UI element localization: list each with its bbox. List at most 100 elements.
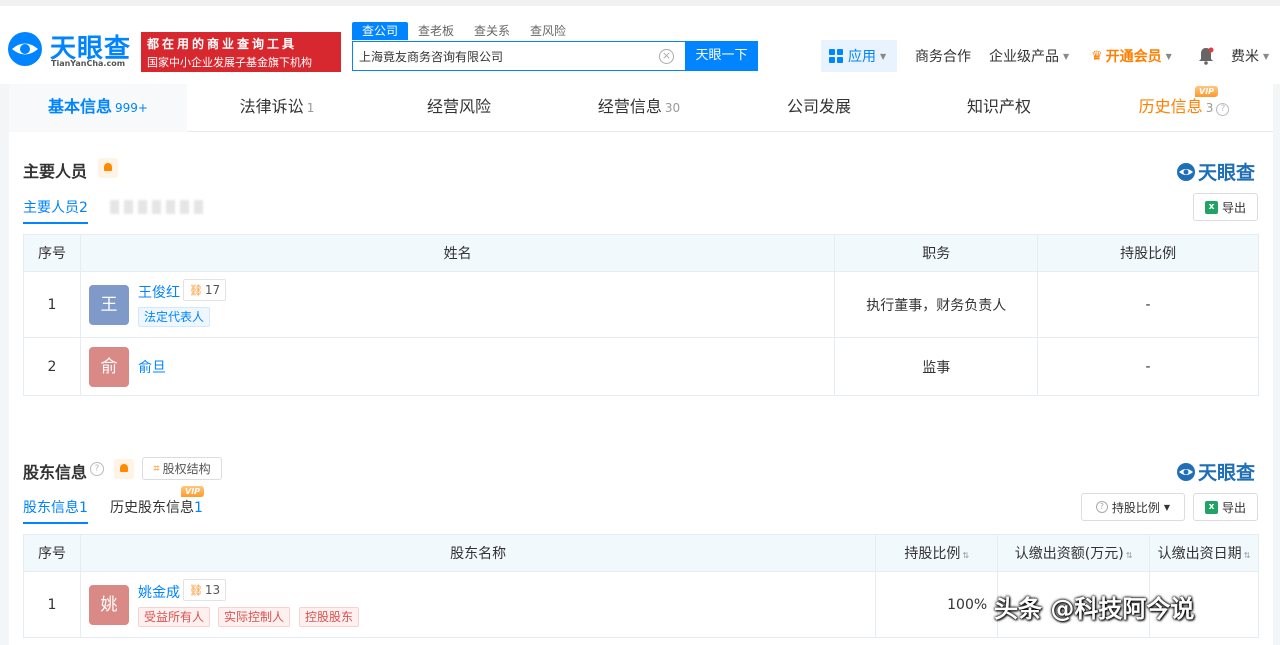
table-header-row: 序号 股东名称 持股比例 ⇅ 认缴出资额(万元) ⇅ 认缴出资日期 ⇅ <box>23 534 1259 572</box>
search-tab-risk[interactable]: 查风险 <box>520 22 576 40</box>
tab-development[interactable]: 公司发展 <box>739 84 899 132</box>
row-number: 2 <box>23 337 81 396</box>
export-button[interactable]: x 导出 <box>1193 493 1258 521</box>
tab-basic-info[interactable]: 基本信息 999+ <box>9 84 187 132</box>
chevron-down-icon: ▼ <box>1063 51 1070 61</box>
avatar[interactable]: 姚 <box>88 585 129 625</box>
subtab-count: 1 <box>79 500 88 516</box>
apps-label: 应用 <box>848 49 876 65</box>
tab-operation[interactable]: 经营信息 30 <box>559 84 719 132</box>
monitor-bell-icon[interactable] <box>114 459 134 479</box>
subtab-personnel[interactable]: 主要人员2 <box>23 197 88 224</box>
relation-graph-icon: ⛓ <box>188 284 203 297</box>
col-header-sortable[interactable]: 认缴出资日期 ⇅ <box>1149 534 1259 572</box>
export-button[interactable]: x 导出 <box>1193 193 1258 221</box>
personnel-table: 序号 姓名 职务 持股比例 1 王 王俊红 ⛓ 17 法定代表人 执行董事，财务负… <box>23 234 1259 396</box>
notification-bell[interactable] <box>1198 40 1214 72</box>
ratio-cell: 100% <box>875 571 999 638</box>
tianyancha-logo[interactable]: 天眼查 TianYanCha.com <box>6 28 136 72</box>
relation-count-value: 17 <box>204 283 221 297</box>
search-tab-boss[interactable]: 查老板 <box>408 22 464 40</box>
monitor-bell-icon[interactable] <box>98 158 118 178</box>
blurred-text <box>110 200 206 214</box>
apps-menu-button[interactable]: 应用 ▼ <box>821 40 897 72</box>
tab-label: 公司发展 <box>786 97 851 116</box>
ratio-cell: - <box>1037 337 1259 396</box>
org-chart-icon: ⌗ <box>153 461 160 475</box>
col-header: 持股比例 <box>1037 234 1259 272</box>
sort-icon: ⇅ <box>1125 551 1133 560</box>
tab-count: 30 <box>664 101 681 115</box>
export-label: 导出 <box>1221 500 1246 515</box>
subtab-history-shareholders[interactable]: 历史股东信息1 <box>110 497 203 517</box>
row-number: 1 <box>23 571 81 638</box>
equity-structure-button[interactable]: ⌗ 股权结构 <box>142 457 222 480</box>
relation-count[interactable]: ⛓ 13 <box>182 579 227 601</box>
subtab-shareholders[interactable]: 股东信息1 <box>23 497 88 524</box>
search-tab-company[interactable]: 查公司 <box>352 22 409 40</box>
search-tab-relation[interactable]: 查关系 <box>464 22 520 40</box>
avatar[interactable]: 俞 <box>88 347 129 387</box>
slogan-banner: 都在用的商业查询工具 国家中小企业发展子基金旗下机构 <box>141 32 341 72</box>
open-vip-menu[interactable]: ♛ 开通会员 ▼ <box>1091 40 1172 72</box>
clear-icon[interactable]: × <box>659 49 674 64</box>
export-label: 导出 <box>1221 200 1246 215</box>
chevron-down-icon: ▼ <box>1163 502 1171 512</box>
col-header-sortable[interactable]: 认缴出资额(万元) ⇅ <box>997 534 1151 572</box>
person-name-link[interactable]: 俞旦 <box>138 357 166 377</box>
business-cooperation-link[interactable]: 商务合作 <box>915 40 971 72</box>
actual-controller-tag: 实际控制人 <box>217 607 290 627</box>
relation-count[interactable]: ⛓ 17 <box>182 279 227 301</box>
avatar[interactable]: 王 <box>88 285 129 325</box>
excel-icon: x <box>1204 200 1218 214</box>
enterprise-products-menu[interactable]: 企业级产品 ▼ <box>989 40 1069 72</box>
tab-count: 1 <box>306 101 315 115</box>
logo-domain: TianYanCha.com <box>51 59 126 68</box>
row-number: 1 <box>23 271 81 338</box>
vip-badge: VIP <box>181 486 205 497</box>
chevron-down-icon: ▼ <box>1165 51 1172 61</box>
apps-grid-icon <box>829 49 843 63</box>
chevron-down-icon: ▼ <box>880 51 887 61</box>
tab-label: 历史信息 <box>1138 97 1203 116</box>
watermark-text: 天眼查 <box>1198 162 1256 184</box>
subtab-label: 股东信息 <box>23 500 79 516</box>
filter-label: 持股比例 <box>1111 500 1160 515</box>
person-name-link[interactable]: 王俊红 <box>138 282 180 302</box>
help-icon: ? <box>1216 103 1230 116</box>
controlling-shareholder-tag: 控股股东 <box>298 607 359 627</box>
col-header-label: 认缴出资额(万元) <box>1014 546 1124 562</box>
tab-ip[interactable]: 知识产权 <box>919 84 1079 132</box>
tab-count: 3 <box>1205 101 1214 115</box>
top-header: 天眼查 TianYanCha.com 都在用的商业查询工具 国家中小企业发展子基… <box>0 0 1280 84</box>
user-menu[interactable]: 费米 ▼ <box>1231 40 1269 72</box>
col-header: 姓名 <box>79 234 836 272</box>
help-icon[interactable]: ? <box>90 462 104 476</box>
subtab-count: 2 <box>79 200 88 216</box>
col-header: 序号 <box>23 234 81 272</box>
col-header-label: 持股比例 <box>904 546 961 562</box>
search-button[interactable]: 天眼一下 <box>685 41 758 71</box>
tab-history[interactable]: 历史信息 3? <box>1109 84 1259 132</box>
beneficial-owner-tag: 受益所有人 <box>137 607 210 627</box>
tianyancha-watermark: 天眼查 <box>1176 158 1255 185</box>
tab-label: 经营信息 <box>597 97 662 116</box>
tab-risk[interactable]: 经营风险 <box>379 84 539 132</box>
subtab-count: 1 <box>194 500 203 516</box>
slogan-line1: 都在用的商业查询工具 <box>147 37 298 51</box>
table-row: 2 俞 俞旦 监事 - <box>23 337 1259 396</box>
bell-icon <box>1199 47 1214 65</box>
help-icon: ? <box>1095 501 1108 513</box>
subtab-label: 历史股东信息 <box>110 500 194 516</box>
col-header-sortable[interactable]: 持股比例 ⇅ <box>875 534 999 572</box>
personnel-title: 主要人员 <box>23 162 88 181</box>
person-cell: 王 王俊红 ⛓ 17 法定代表人 <box>79 271 836 338</box>
search-input[interactable] <box>359 47 649 65</box>
ratio-filter-dropdown[interactable]: ? 持股比例 ▼ <box>1081 493 1185 521</box>
shareholder-name-link[interactable]: 姚金成 <box>138 582 180 602</box>
slogan-line2: 国家中小企业发展子基金旗下机构 <box>147 56 312 69</box>
tab-legal[interactable]: 法律诉讼 1 <box>197 84 357 132</box>
logo-eye-icon <box>8 32 42 66</box>
shareholders-title: 股东信息 <box>23 463 88 482</box>
ratio-cell: - <box>1037 271 1259 338</box>
